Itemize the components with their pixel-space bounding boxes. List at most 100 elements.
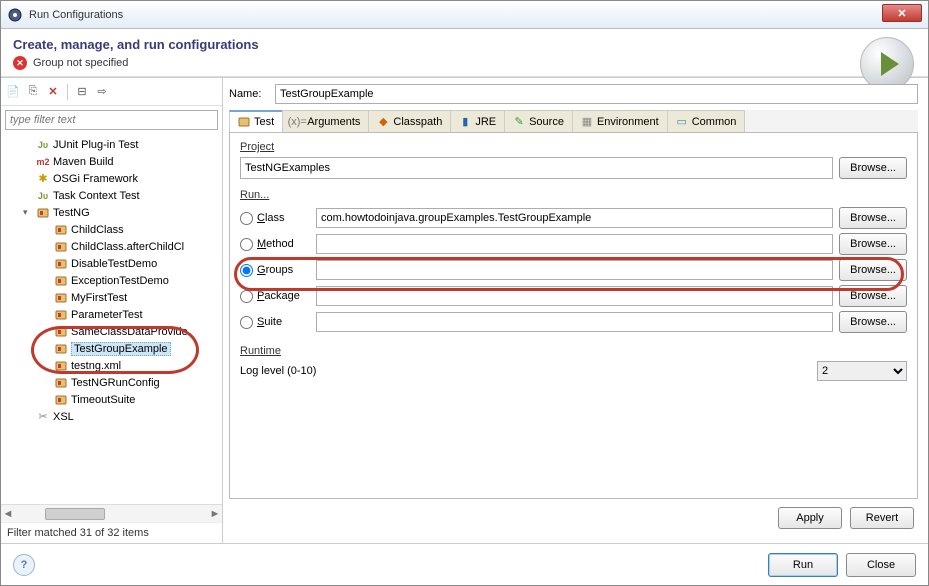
run-row-method: Method Browse...	[240, 231, 907, 257]
tree-item-exceptiontestdemo[interactable]: ExceptionTestDemo	[1, 272, 222, 289]
revert-button[interactable]: Revert	[850, 507, 914, 529]
project-input[interactable]	[240, 157, 833, 179]
radio-package[interactable]	[240, 290, 253, 303]
tree-item-childclass[interactable]: ChildClass	[1, 221, 222, 238]
tree-item-sameclassdataprovide[interactable]: SameClassDataProvide	[1, 323, 222, 340]
tree-item-disabletestdemo[interactable]: DisableTestDemo	[1, 255, 222, 272]
class-input[interactable]	[316, 208, 833, 228]
tab-test-body: Project Browse... Run... ClassBrowse...M…	[229, 133, 918, 499]
tree-item-maven-build[interactable]: m2Maven Build	[1, 153, 222, 170]
radio-suite[interactable]	[240, 316, 253, 329]
radio-label-method: Method	[257, 238, 294, 250]
run-label: Run...	[240, 189, 907, 201]
tree-item-label: TestGroupExample	[71, 342, 171, 356]
run-row-package: Package Browse...	[240, 283, 907, 309]
tree-item-label: OSGi Framework	[53, 173, 138, 185]
tree-item-label: TestNG	[53, 207, 90, 219]
close-button[interactable]: Close	[846, 553, 916, 577]
filter-input[interactable]	[5, 110, 218, 130]
class-browse-button[interactable]: Browse...	[839, 207, 907, 229]
duplicate-icon[interactable]: ⎘	[25, 84, 41, 100]
ng-icon	[54, 223, 68, 237]
apply-row: Apply Revert	[229, 499, 918, 537]
help-button[interactable]: ?	[13, 554, 35, 576]
config-tree[interactable]: JυJUnit Plug-in Testm2Maven Build✱OSGi F…	[1, 134, 222, 504]
tree-item-timeoutsuite[interactable]: TimeoutSuite	[1, 391, 222, 408]
run-group: Run... ClassBrowse...MethodBrowse...Grou…	[240, 189, 907, 335]
radio-label-suite: Suite	[257, 316, 282, 328]
app-icon	[7, 7, 23, 23]
suite-browse-button[interactable]: Browse...	[839, 311, 907, 333]
tab-source[interactable]: ✎Source	[504, 110, 573, 132]
tab-arguments[interactable]: (x)= Arguments	[282, 110, 369, 132]
tree-item-label: JUnit Plug-in Test	[53, 139, 138, 151]
tree-item-label: ChildClass	[71, 224, 124, 236]
tab-label: Arguments	[307, 116, 360, 128]
window-close-button[interactable]: ✕	[882, 4, 922, 22]
tree-item-label: testng.xml	[71, 360, 121, 372]
run-button[interactable]: Run	[768, 553, 838, 577]
tree-item-parametertest[interactable]: ParameterTest	[1, 306, 222, 323]
tab-classpath[interactable]: ◆Classpath	[368, 110, 451, 132]
tree-hscrollbar[interactable]: ◄ ►	[1, 504, 222, 522]
tab-icon: ✎	[513, 116, 525, 128]
osgi-icon: ✱	[36, 172, 50, 186]
method-browse-button[interactable]: Browse...	[839, 233, 907, 255]
tab-icon: ◆	[377, 116, 389, 128]
apply-button[interactable]: Apply	[778, 507, 842, 529]
groups-browse-button[interactable]: Browse...	[839, 259, 907, 281]
tab-environment[interactable]: ▦Environment	[572, 110, 668, 132]
body: 📄 ⎘ ✕ ⊟ ⇨ JυJUnit Plug-in Testm2Maven Bu…	[1, 77, 928, 543]
radio-class[interactable]	[240, 212, 253, 225]
tab-jre[interactable]: ▮JRE	[450, 110, 505, 132]
radio-groups[interactable]	[240, 264, 253, 277]
radio-label-groups: Groups	[257, 264, 293, 276]
ng-icon	[54, 240, 68, 254]
tree-item-task-context-test[interactable]: JυTask Context Test	[1, 187, 222, 204]
tab-icon: (x)=	[291, 116, 303, 128]
scrollbar-thumb[interactable]	[45, 508, 105, 520]
runtime-label: Runtime	[240, 345, 907, 357]
error-text: Group not specified	[33, 57, 128, 69]
tree-item-label: ParameterTest	[71, 309, 143, 321]
tree-item-label: Maven Build	[53, 156, 114, 168]
radio-method[interactable]	[240, 238, 253, 251]
tree-item-junit-plug-in-test[interactable]: JυJUnit Plug-in Test	[1, 136, 222, 153]
name-input[interactable]	[275, 84, 918, 104]
ng-icon	[54, 274, 68, 288]
tree-item-xsl[interactable]: ✂XSL	[1, 408, 222, 425]
ju-icon: Jυ	[36, 189, 50, 203]
groups-input[interactable]	[316, 260, 833, 280]
tree-item-childclass-afterchildcl[interactable]: ChildClass.afterChildCl	[1, 238, 222, 255]
package-input[interactable]	[316, 286, 833, 306]
run-row-groups: Groups Browse...	[240, 257, 907, 283]
name-row: Name:	[229, 84, 918, 104]
tree-item-testng-xml[interactable]: testng.xml	[1, 357, 222, 374]
loglevel-select[interactable]: 2	[817, 361, 907, 381]
filter-icon[interactable]: ⇨	[94, 84, 110, 100]
radio-label-package: Package	[257, 290, 300, 302]
tab-test[interactable]: Test	[229, 110, 283, 132]
suite-input[interactable]	[316, 312, 833, 332]
tree-item-label: DisableTestDemo	[71, 258, 157, 270]
tree-item-testgroupexample[interactable]: TestGroupExample	[1, 340, 222, 357]
tab-common[interactable]: ▭Common	[667, 110, 746, 132]
collapse-icon[interactable]: ⊟	[74, 84, 90, 100]
m2-icon: m2	[36, 155, 50, 169]
delete-icon[interactable]: ✕	[45, 84, 61, 100]
new-config-icon[interactable]: 📄	[5, 84, 21, 100]
project-browse-button[interactable]: Browse...	[839, 157, 907, 179]
window-title: Run Configurations	[29, 9, 922, 21]
tab-label: JRE	[475, 116, 496, 128]
ng-icon	[54, 291, 68, 305]
tree-item-label: SameClassDataProvide	[71, 326, 188, 338]
tree-item-myfirsttest[interactable]: MyFirstTest	[1, 289, 222, 306]
xsl-icon: ✂	[36, 410, 50, 424]
tree-item-testng[interactable]: ▾TestNG	[1, 204, 222, 221]
titlebar[interactable]: Run Configurations ✕	[1, 1, 928, 29]
method-input[interactable]	[316, 234, 833, 254]
tree-item-testngrunconfig[interactable]: TestNGRunConfig	[1, 374, 222, 391]
tree-item-osgi-framework[interactable]: ✱OSGi Framework	[1, 170, 222, 187]
package-browse-button[interactable]: Browse...	[839, 285, 907, 307]
runtime-group: Runtime Log level (0-10) 2	[240, 345, 907, 381]
